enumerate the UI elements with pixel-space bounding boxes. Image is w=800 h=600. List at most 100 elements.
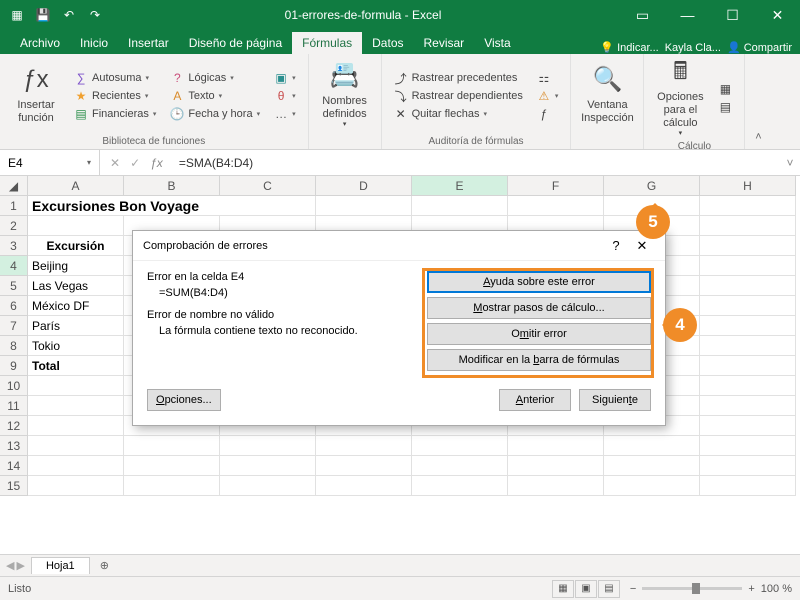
formula-bar: E4▾ ✕ ✓ ƒx =SMA(B4:D4) ˅ bbox=[0, 150, 800, 176]
error-check-button[interactable]: ⚠▾ bbox=[533, 88, 563, 104]
col-F[interactable]: F bbox=[508, 176, 604, 196]
edit-formula-button[interactable]: Modificar en la barra de fórmulas bbox=[427, 349, 651, 371]
undo-icon[interactable]: ↶ bbox=[58, 4, 80, 26]
financial-button[interactable]: ▤Financieras▾ bbox=[70, 106, 160, 122]
more-fn-button[interactable]: …▾ bbox=[270, 106, 300, 122]
select-all-corner[interactable]: ◢ bbox=[0, 176, 28, 196]
ribbon-options-icon[interactable]: ▭ bbox=[620, 0, 665, 30]
row-4[interactable]: 4 bbox=[0, 256, 28, 276]
cell-A6[interactable]: México DF bbox=[28, 296, 124, 316]
zoom-slider[interactable] bbox=[642, 587, 742, 590]
evaluate-button[interactable]: ƒ bbox=[533, 106, 563, 122]
row-9[interactable]: 9 bbox=[0, 356, 28, 376]
tab-inicio[interactable]: Inicio bbox=[70, 32, 118, 54]
zoom-out-icon[interactable]: − bbox=[630, 583, 636, 595]
zoom-in-icon[interactable]: + bbox=[748, 583, 754, 595]
name-box[interactable]: E4▾ bbox=[0, 150, 100, 175]
cell-A1[interactable]: Excursiones Bon Voyage bbox=[28, 196, 316, 216]
cell-A9[interactable]: Total bbox=[28, 356, 124, 376]
sheet-tab-hoja1[interactable]: Hoja1 bbox=[31, 557, 90, 574]
fx-icon[interactable]: ƒx bbox=[150, 156, 163, 170]
col-B[interactable]: B bbox=[124, 176, 220, 196]
cell-A3[interactable]: Excursión bbox=[28, 236, 124, 256]
insert-function-button[interactable]: ƒx Insertar función bbox=[8, 58, 64, 134]
save-icon[interactable]: 💾 bbox=[32, 4, 54, 26]
calc-sheet-button[interactable]: ▤ bbox=[714, 99, 736, 115]
row-3[interactable]: 3 bbox=[0, 236, 28, 256]
col-G[interactable]: G bbox=[604, 176, 700, 196]
tab-formulas[interactable]: Fórmulas bbox=[292, 32, 362, 54]
logical-button[interactable]: ?Lógicas▾ bbox=[166, 70, 264, 86]
watch-window-button[interactable]: 🔍 Ventana Inspección bbox=[579, 58, 635, 134]
name-manager-button[interactable]: 📇 Nombres definidos▾ bbox=[317, 58, 373, 134]
status-ready: Listo bbox=[8, 583, 31, 595]
maximize-icon[interactable]: ☐ bbox=[710, 0, 755, 30]
math-button[interactable]: θ▾ bbox=[270, 88, 300, 104]
cell-A8[interactable]: Tokio bbox=[28, 336, 124, 356]
cell-A4[interactable]: Beijing bbox=[28, 256, 124, 276]
row-13[interactable]: 13 bbox=[0, 436, 28, 456]
row-11[interactable]: 11 bbox=[0, 396, 28, 416]
expand-formula-icon[interactable]: ˅ bbox=[780, 156, 800, 170]
autosum-button[interactable]: ∑Autosuma▾ bbox=[70, 70, 160, 86]
help-error-button[interactable]: Ayuda sobre este error bbox=[427, 271, 651, 293]
tell-me[interactable]: 💡 Indicar... bbox=[600, 41, 658, 54]
ignore-error-button[interactable]: Omitir error bbox=[427, 323, 651, 345]
row-12[interactable]: 12 bbox=[0, 416, 28, 436]
text-button[interactable]: ATexto▾ bbox=[166, 88, 264, 104]
user-account[interactable]: Kayla Cla... bbox=[665, 42, 721, 54]
recent-button[interactable]: ★Recientes▾ bbox=[70, 88, 160, 104]
remove-arrows-button[interactable]: ✕Quitar flechas▾ bbox=[390, 106, 527, 122]
dialog-close-icon[interactable]: ✕ bbox=[629, 238, 655, 254]
tab-datos[interactable]: Datos bbox=[362, 32, 413, 54]
cell-A7[interactable]: París bbox=[28, 316, 124, 336]
enter-formula-icon[interactable]: ✓ bbox=[130, 156, 140, 170]
show-steps-button[interactable]: Mostrar pasos de cálculo... bbox=[427, 297, 651, 319]
row-5[interactable]: 5 bbox=[0, 276, 28, 296]
row-1[interactable]: 1 bbox=[0, 196, 28, 216]
next-button[interactable]: Siguiente bbox=[579, 389, 651, 411]
col-E[interactable]: E bbox=[412, 176, 508, 196]
view-pagebreak-icon[interactable]: ▤ bbox=[598, 580, 620, 598]
share-button[interactable]: 👤 Compartir bbox=[727, 41, 792, 54]
formula-input[interactable]: =SMA(B4:D4) bbox=[173, 156, 780, 170]
row-15[interactable]: 15 bbox=[0, 476, 28, 496]
calc-options-button[interactable]: 🖩 Opciones para el cálculo▾ bbox=[652, 58, 708, 139]
options-button[interactable]: Opciones... bbox=[147, 389, 221, 411]
col-H[interactable]: H bbox=[700, 176, 796, 196]
trace-precedents-button[interactable]: ⤴Rastrear precedentes bbox=[390, 70, 527, 86]
lookup-button[interactable]: ▣▾ bbox=[270, 70, 300, 86]
row-6[interactable]: 6 bbox=[0, 296, 28, 316]
collapse-ribbon-icon[interactable]: ˄ bbox=[745, 54, 771, 149]
row-8[interactable]: 8 bbox=[0, 336, 28, 356]
view-layout-icon[interactable]: ▣ bbox=[575, 580, 597, 598]
minimize-icon[interactable]: — bbox=[665, 0, 710, 30]
redo-icon[interactable]: ↷ bbox=[84, 4, 106, 26]
row-7[interactable]: 7 bbox=[0, 316, 28, 336]
dialog-help-icon[interactable]: ? bbox=[603, 238, 629, 253]
previous-button[interactable]: Anterior bbox=[499, 389, 571, 411]
col-D[interactable]: D bbox=[316, 176, 412, 196]
tab-diseno[interactable]: Diseño de página bbox=[179, 32, 292, 54]
show-formulas-button[interactable]: ⚏ bbox=[533, 70, 563, 86]
zoom-level[interactable]: 100 % bbox=[761, 583, 792, 595]
view-normal-icon[interactable]: ▦ bbox=[552, 580, 574, 598]
cancel-formula-icon[interactable]: ✕ bbox=[110, 156, 120, 170]
cell-A5[interactable]: Las Vegas bbox=[28, 276, 124, 296]
tab-revisar[interactable]: Revisar bbox=[414, 32, 475, 54]
row-10[interactable]: 10 bbox=[0, 376, 28, 396]
tab-vista[interactable]: Vista bbox=[474, 32, 520, 54]
close-icon[interactable]: ✕ bbox=[755, 0, 800, 30]
trace-dependents-button[interactable]: ⤵Rastrear dependientes bbox=[390, 88, 527, 104]
col-A[interactable]: A bbox=[28, 176, 124, 196]
row-14[interactable]: 14 bbox=[0, 456, 28, 476]
row-2[interactable]: 2 bbox=[0, 216, 28, 236]
tab-insertar[interactable]: Insertar bbox=[118, 32, 179, 54]
sheet-nav-next-icon[interactable]: ▶ bbox=[16, 559, 24, 572]
sheet-nav-prev-icon[interactable]: ◀ bbox=[6, 559, 14, 572]
col-C[interactable]: C bbox=[220, 176, 316, 196]
new-sheet-icon[interactable]: ⊕ bbox=[90, 559, 119, 572]
calc-now-button[interactable]: ▦ bbox=[714, 81, 736, 97]
tab-archivo[interactable]: Archivo bbox=[10, 32, 70, 54]
date-button[interactable]: 🕒Fecha y hora▾ bbox=[166, 106, 264, 122]
